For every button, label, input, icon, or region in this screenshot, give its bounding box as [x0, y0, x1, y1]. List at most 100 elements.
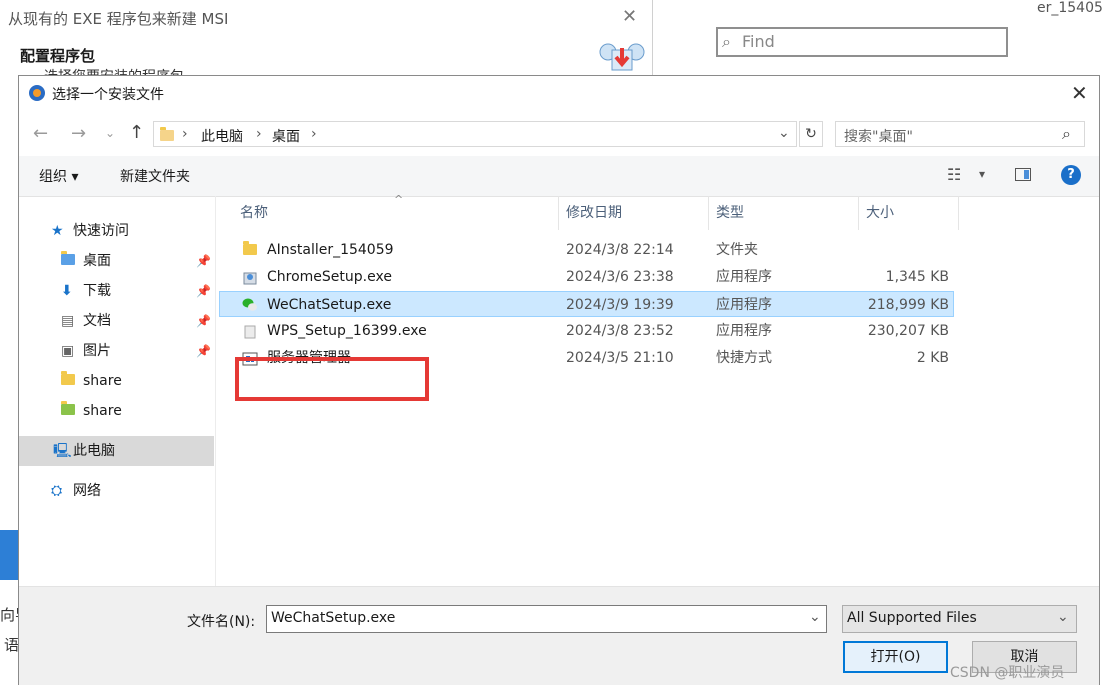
column-header-type[interactable]: 类型 — [716, 196, 744, 230]
nav-item-share[interactable]: share — [19, 366, 214, 396]
nav-quick-access-label: 快速访问 — [73, 223, 129, 239]
file-row[interactable]: WPS_Setup_16399.exe 2024/3/8 23:52 应用程序 … — [219, 318, 954, 344]
wechat-icon — [242, 296, 258, 312]
pin-icon[interactable]: 📌 — [196, 276, 211, 306]
column-header-size[interactable]: 大小 — [866, 196, 894, 230]
file-row-selected[interactable]: WeChatSetup.exe 2024/3/9 19:39 应用程序 218,… — [219, 291, 954, 317]
nav-item-downloads[interactable]: ⬇ 下载 📌 — [19, 276, 214, 306]
search-placeholder: 搜索"桌面" — [844, 129, 913, 145]
recent-locations-chevron-icon[interactable]: ⌄ — [105, 126, 115, 140]
search-icon[interactable]: ⌕ — [1062, 124, 1071, 144]
file-open-dialog: 选择一个安装文件 ✕ ← → ⌄ ↑ › 此电脑 › 桌面 › ⌄ ↻ 搜索"桌… — [18, 75, 1100, 685]
view-dropdown-icon[interactable]: ▾ — [979, 167, 985, 181]
address-bar[interactable]: › 此电脑 › 桌面 › ⌄ — [153, 121, 797, 147]
nav-item-documents[interactable]: ▤ 文档 📌 — [19, 306, 214, 336]
column-header-row: ^ 名称 修改日期 类型 大小 — [217, 193, 977, 230]
file-type: 应用程序 — [716, 269, 772, 285]
pin-icon[interactable]: 📌 — [196, 336, 211, 366]
file-type: 应用程序 — [716, 297, 772, 313]
nav-item-this-pc[interactable]: 🖳 此电脑 — [19, 436, 214, 466]
address-dropdown-chevron-icon[interactable]: ⌄ — [778, 125, 790, 141]
share-icon — [61, 396, 75, 426]
command-toolbar: 组织 ▾ 新建文件夹 ☷ ▾ ? — [19, 156, 1099, 197]
nav-item-share-network[interactable]: share — [19, 396, 214, 426]
nav-item-label: share — [83, 373, 122, 389]
organize-button[interactable]: 组织 ▾ — [39, 166, 78, 186]
dialog-title: 选择一个安装文件 — [52, 87, 164, 103]
new-folder-button[interactable]: 新建文件夹 — [120, 166, 190, 186]
file-date: 2024/3/6 23:38 — [566, 269, 674, 285]
nav-item-label: share — [83, 403, 122, 419]
nav-quick-access[interactable]: ★ 快速访问 — [19, 216, 214, 246]
dialog-close-icon[interactable]: ✕ — [1071, 81, 1088, 105]
wizard-close-icon[interactable]: ✕ — [622, 6, 637, 27]
breadcrumb-separator-icon: › — [182, 126, 188, 142]
help-icon[interactable]: ? — [1061, 165, 1081, 185]
nav-item-network[interactable]: ⛭ 网络 — [19, 476, 214, 506]
column-divider[interactable] — [708, 196, 709, 230]
filename-input[interactable]: WeChatSetup.exe ⌄ — [266, 605, 827, 633]
nav-item-pictures[interactable]: ▣ 图片 📌 — [19, 336, 214, 366]
file-date: 2024/3/8 22:14 — [566, 242, 674, 258]
filter-dropdown-chevron-icon[interactable]: ⌄ — [1057, 609, 1069, 625]
nav-item-label: 桌面 — [83, 253, 111, 269]
installer-icon — [242, 269, 258, 285]
file-size: 1,345 KB — [885, 269, 949, 285]
column-divider[interactable] — [958, 196, 959, 230]
file-row[interactable]: ChromeSetup.exe 2024/3/6 23:38 应用程序 1,34… — [219, 264, 954, 290]
column-header-name[interactable]: 名称 — [240, 196, 268, 230]
file-type-filter-select[interactable]: All Supported Files ⌄ — [842, 605, 1077, 633]
breadcrumb-this-pc[interactable]: 此电脑 — [201, 126, 243, 146]
desktop-icon — [61, 246, 75, 276]
watermark-text: CSDN @职业演员 — [950, 665, 1065, 681]
filename-dropdown-chevron-icon[interactable]: ⌄ — [809, 609, 821, 625]
file-row[interactable]: AInstaller_154059 2024/3/8 22:14 文件夹 — [219, 237, 954, 263]
nav-item-label: 文档 — [83, 313, 111, 329]
refresh-icon[interactable]: ↻ — [799, 121, 823, 147]
wizard-title: 从现有的 EXE 程序包来新建 MSI — [8, 10, 229, 28]
breadcrumb-separator-icon: › — [256, 126, 262, 142]
navigation-pane: ★ 快速访问 桌面 📌 ⬇ 下载 📌 ▤ 文档 📌 ▣ 图片 📌 share s… — [19, 196, 215, 586]
column-header-date[interactable]: 修改日期 — [566, 196, 622, 230]
filter-value: All Supported Files — [847, 610, 977, 626]
up-arrow-icon[interactable]: ↑ — [129, 122, 144, 143]
file-type: 快捷方式 — [716, 350, 772, 366]
background-far-text: er_154059 — [1037, 0, 1102, 16]
wizard-side-accent — [0, 530, 18, 580]
highlight-annotation-box — [235, 357, 429, 401]
breadcrumb-desktop[interactable]: 桌面 — [272, 126, 300, 146]
preview-pane-icon[interactable] — [1015, 168, 1031, 181]
open-button[interactable]: 打开(O) — [843, 641, 948, 673]
pane-divider[interactable] — [215, 196, 216, 586]
nav-item-label: 此电脑 — [73, 443, 115, 459]
setup-app-icon — [28, 84, 46, 102]
network-icon: ⛭ — [51, 483, 63, 499]
folder-icon — [61, 366, 75, 396]
pin-icon[interactable]: 📌 — [196, 306, 211, 336]
file-name: WeChatSetup.exe — [267, 297, 392, 313]
view-options-icon[interactable]: ☷ — [947, 165, 961, 184]
download-icon: ⬇ — [61, 283, 73, 299]
search-input[interactable]: 搜索"桌面" ⌕ — [835, 121, 1085, 147]
document-icon: ▤ — [61, 313, 75, 329]
pictures-icon: ▣ — [61, 343, 75, 359]
nav-item-label: 网络 — [73, 483, 101, 499]
file-name: ChromeSetup.exe — [267, 269, 392, 285]
wizard-section-title: 配置程序包 — [20, 47, 96, 65]
star-icon: ★ — [51, 223, 64, 239]
column-divider[interactable] — [558, 196, 559, 230]
forward-arrow-icon[interactable]: → — [71, 123, 86, 144]
file-type: 文件夹 — [716, 242, 758, 258]
file-list: ^ 名称 修改日期 类型 大小 AInstaller_154059 2024/3… — [217, 193, 977, 586]
column-divider[interactable] — [858, 196, 859, 230]
pin-icon[interactable]: 📌 — [196, 246, 211, 276]
file-size: 230,207 KB — [867, 323, 949, 339]
package-icon — [598, 40, 646, 74]
file-size: 218,999 KB — [867, 297, 949, 313]
find-input[interactable]: ⌕ Find — [716, 27, 1008, 57]
filename-value: WeChatSetup.exe — [271, 610, 396, 626]
nav-item-desktop[interactable]: 桌面 📌 — [19, 246, 214, 276]
back-arrow-icon[interactable]: ← — [33, 123, 48, 144]
filename-label: 文件名(N): — [187, 614, 256, 630]
nav-item-label: 下载 — [83, 283, 111, 299]
